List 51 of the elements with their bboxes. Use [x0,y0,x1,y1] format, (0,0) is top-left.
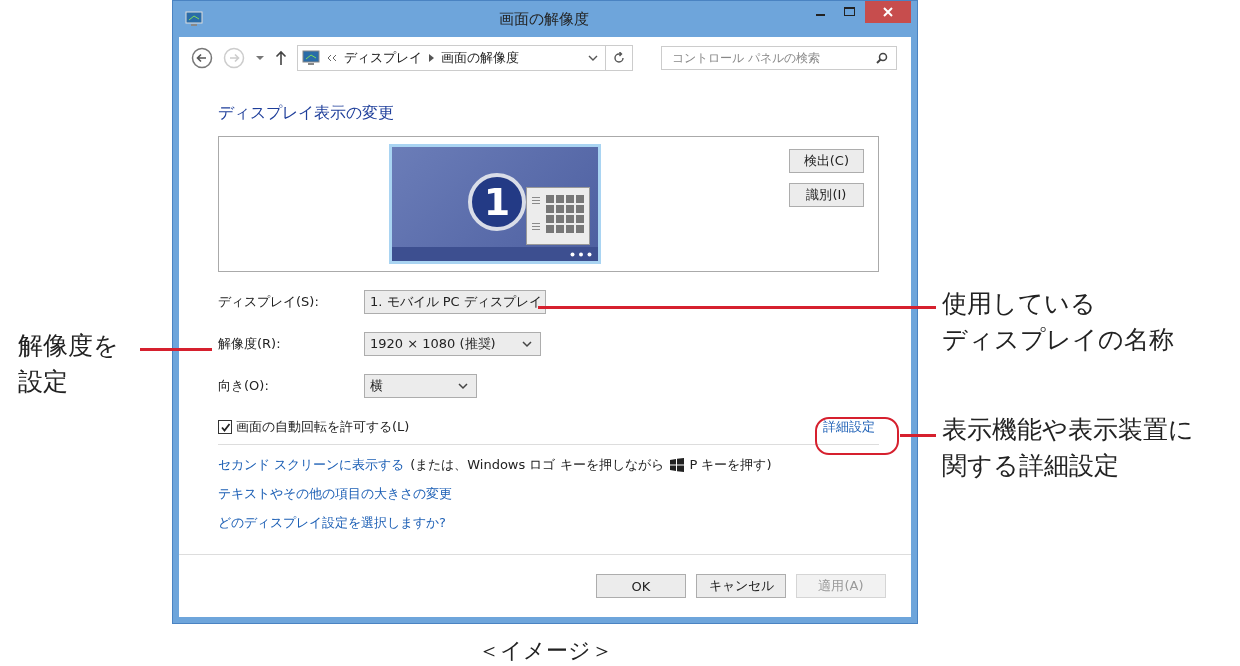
dropdown[interactable]: 1920 × 1080 (推奨) [364,332,541,356]
dots-icon [570,251,592,257]
dropdown[interactable]: 1. モバイル PC ディスプレイ [364,290,546,314]
chevron-icon [327,54,337,62]
close-icon [883,7,893,17]
setting-label: 向き(O): [218,377,270,395]
dialog-button[interactable]: キャンセル [696,574,786,598]
hint-text: P キーを押す) [689,456,772,474]
checkbox[interactable] [218,420,232,434]
setting-label: 解像度(R): [218,335,282,353]
back-icon[interactable] [191,47,213,69]
caret-icon [458,382,468,390]
window-title: 画面の解像度 [498,9,590,29]
breadcrumb-item[interactable]: ディスプレイ [344,49,422,67]
monitor-drawing[interactable]: 1 [389,144,601,264]
dropdown-icon[interactable] [255,55,265,61]
maximize-icon [844,7,856,17]
advanced-settings-link[interactable]: 詳細設定 [823,418,875,436]
dropdown-icon[interactable] [588,54,598,62]
address-bar[interactable]: ディスプレイ 画面の解像度 [297,45,633,71]
window-grid-icon [526,187,590,245]
callout-text: 使用している ディスプレイの名称 [942,288,1174,356]
figure-caption: ＜イメージ＞ [476,637,614,665]
search-icon [876,52,888,64]
leader-line [140,348,212,351]
monitor-icon [302,50,320,66]
settings-link[interactable]: テキストやその他の項目の大きさの変更 [218,485,452,503]
dropdown[interactable]: 横 [364,374,477,398]
dialog-button[interactable]: OK [596,574,686,598]
close-button[interactable] [865,1,911,23]
setting-label: ディスプレイ(S): [218,293,320,311]
checkbox-label: 画面の自動回転を許可する(L) [236,418,410,436]
callout-text: 表示機能や表示装置に 関する詳細設定 [942,414,1194,482]
windows-logo-icon [669,458,684,472]
up-arrow-icon[interactable] [275,50,287,66]
callout-text: 解像度を 設定 [18,330,119,398]
settings-link[interactable]: どのディスプレイ設定を選択しますか? [218,514,446,532]
caret-icon [522,340,532,348]
side-button[interactable]: 識別(I) [788,183,864,207]
display-number: 1 [468,173,526,231]
breadcrumb-arrow-icon [429,54,434,62]
refresh-icon [613,52,625,64]
minimize-icon [815,14,825,16]
second-screen-link[interactable]: セカンド スクリーンに表示する [218,456,405,474]
monitor-icon [185,11,203,27]
hint-text: (または、Windows ロゴ キーを押しながら [410,456,664,474]
breadcrumb-item[interactable]: 画面の解像度 [441,49,519,67]
leader-line [900,434,936,437]
search-field[interactable]: コントロール パネルの検索 [661,46,897,70]
section-heading: ディスプレイ表示の変更 [218,103,395,124]
side-button[interactable]: 検出(C) [788,149,864,173]
